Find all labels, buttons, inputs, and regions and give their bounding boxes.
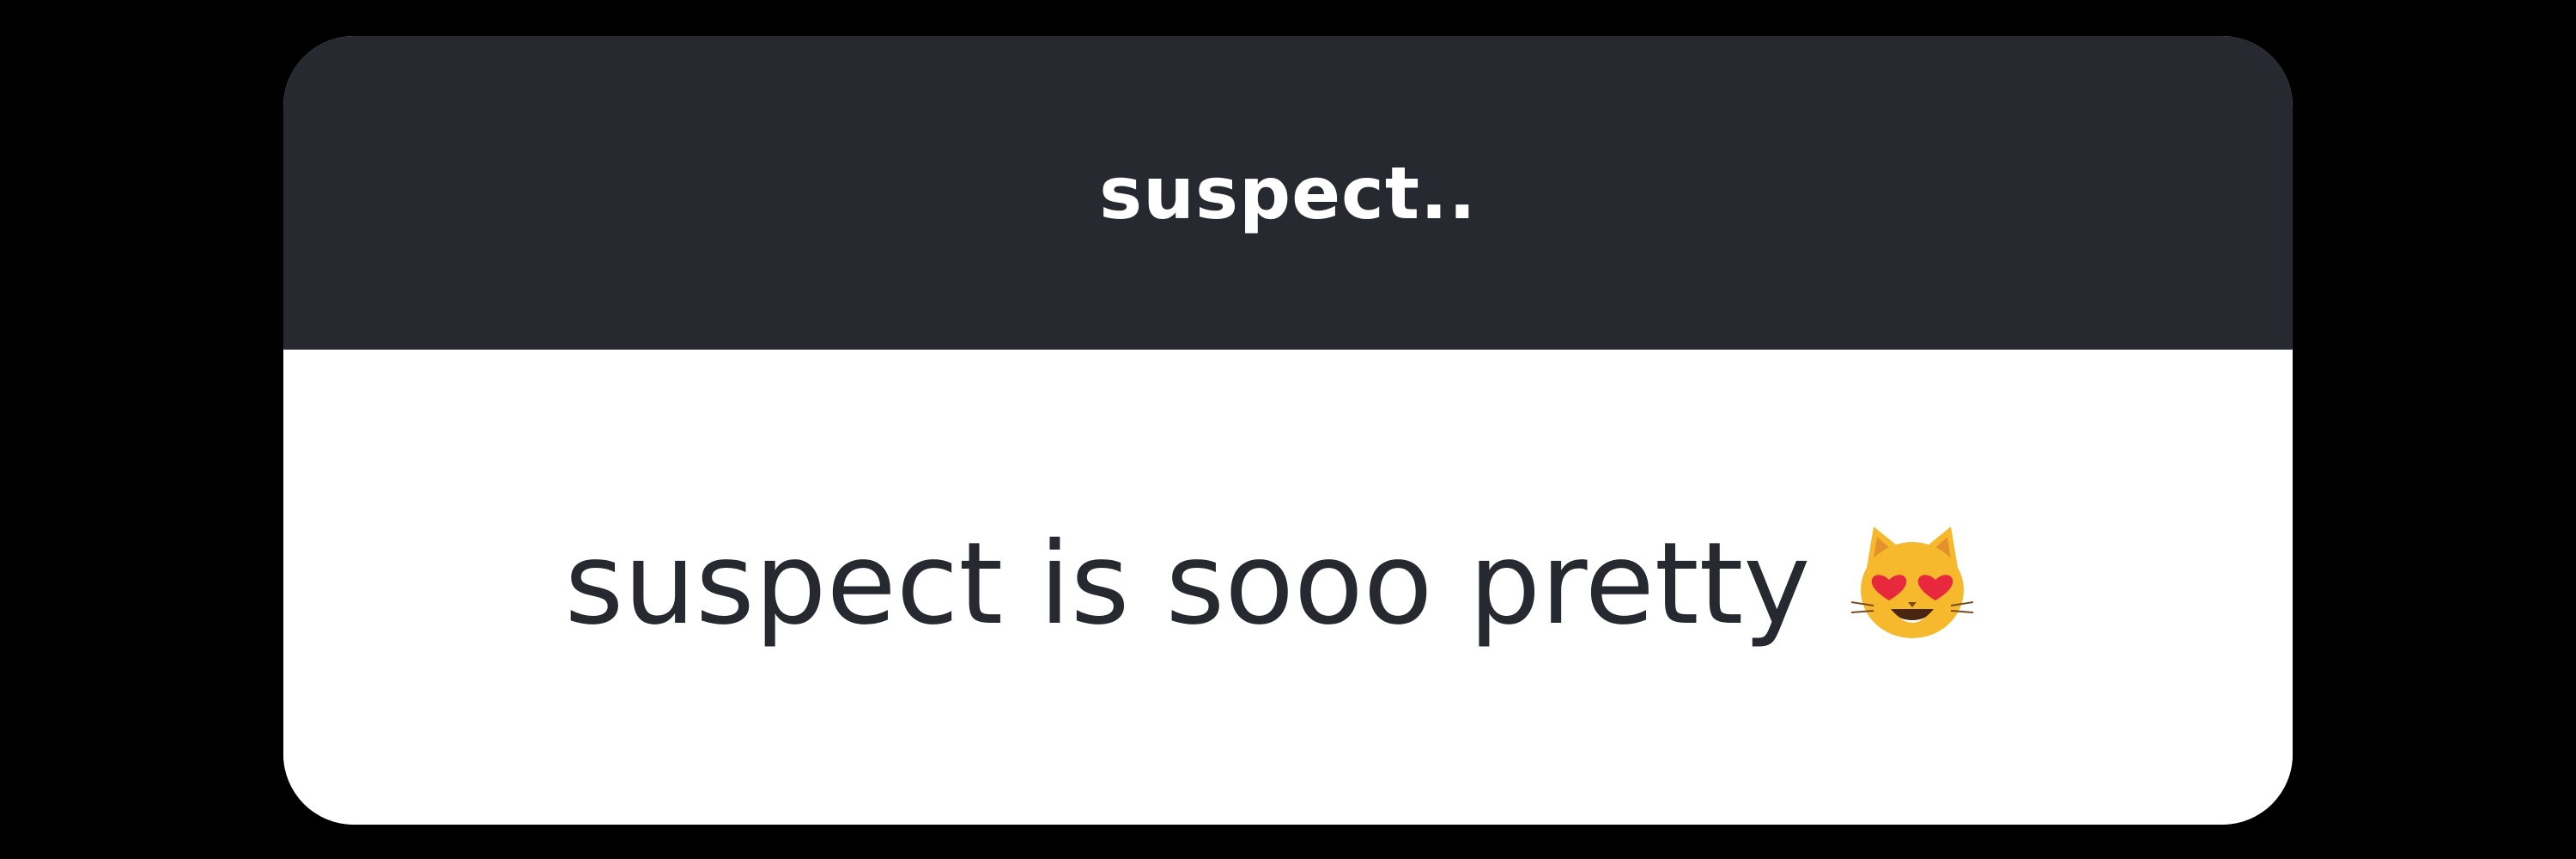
card-header: suspect.. xyxy=(283,36,2293,350)
card-body: suspect is sooo pretty xyxy=(283,350,2293,825)
smiling-cat-heart-eyes-icon xyxy=(1848,520,1977,649)
message-line: suspect is sooo pretty xyxy=(565,520,1978,649)
header-title: suspect.. xyxy=(1099,150,1477,235)
question-card: suspect.. suspect is sooo pretty xyxy=(283,36,2293,825)
message-text: suspect is sooo pretty xyxy=(564,517,1811,650)
